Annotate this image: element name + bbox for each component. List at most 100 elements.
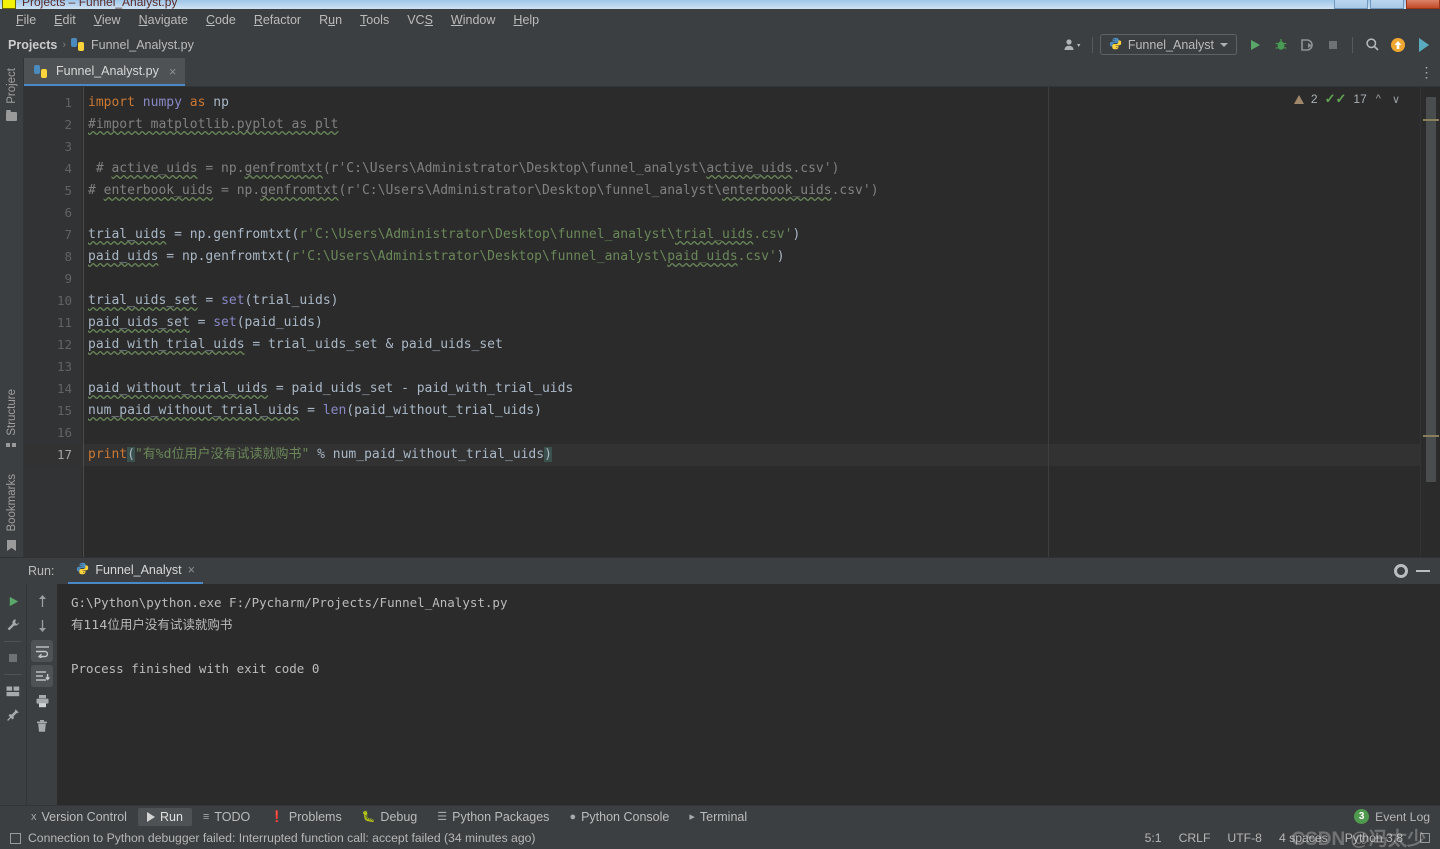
run-toolbar-primary <box>0 584 27 805</box>
bottom-tab-version-control[interactable]: x Version Control <box>22 808 136 826</box>
menu-view[interactable]: View <box>85 11 130 29</box>
menu-edit[interactable]: Edit <box>45 11 85 29</box>
debug-icon: 🐛 <box>361 811 376 823</box>
menu-tools[interactable]: Tools <box>351 11 398 29</box>
trash-icon[interactable] <box>31 715 53 737</box>
line-number: 16 <box>56 425 72 440</box>
bottom-tab-todo[interactable]: ≡ TODO <box>194 808 259 826</box>
event-log-count: 3 <box>1354 809 1370 824</box>
code-line-5: # enterbook_uids = np.genfromtxt(r'C:\Us… <box>88 183 879 198</box>
line-number-gutter[interactable]: 1 2 3 4 5 − 6 7 8 9 10 11 <box>24 87 94 557</box>
packages-icon: ☰ <box>437 811 448 823</box>
run-configuration-label: Funnel_Analyst <box>1127 37 1214 52</box>
bottom-tab-debug[interactable]: 🐛 Debug <box>353 808 427 826</box>
branch-icon: x <box>31 810 37 823</box>
menu-help[interactable]: Help <box>504 11 548 29</box>
message-icon[interactable] <box>10 832 21 844</box>
run-with-coverage-button[interactable] <box>1295 34 1319 56</box>
scrollbar-thumb[interactable] <box>1426 97 1436 482</box>
window-controls[interactable] <box>1334 0 1440 9</box>
menu-refactor[interactable]: Refactor <box>245 11 310 29</box>
arrow-up-icon[interactable] <box>31 590 53 612</box>
bottom-tab-run[interactable]: Run <box>137 807 192 826</box>
search-icon[interactable] <box>1360 34 1384 56</box>
interpreter-selector[interactable]: Python 3.8 <box>1345 831 1403 845</box>
run-tool-window: Run: Funnel_Analyst × G:\Python\python.e… <box>0 557 1440 805</box>
code-editor[interactable]: 2 ✓✓ 17 ^ ∨ 1 2 3 4 5 6 7 8 9 10 11 12 1… <box>24 87 1440 557</box>
bottom-tab-problems[interactable]: ❗ Problems <box>261 808 351 826</box>
feature-trainer-icon[interactable] <box>1412 34 1436 56</box>
editor-tab-funnel-analyst[interactable]: Funnel_Analyst.py × <box>24 58 186 86</box>
soft-wrap-icon[interactable] <box>31 640 53 662</box>
stop-button[interactable] <box>1321 34 1345 56</box>
chevron-down-icon[interactable]: ∨ <box>1390 93 1402 106</box>
structure-label: Structure <box>5 388 18 436</box>
minimize-button[interactable] <box>1334 0 1368 9</box>
caret-position[interactable]: 5:1 <box>1145 831 1162 845</box>
code-line-2: #import matplotlib.pyplot as plt <box>88 117 339 132</box>
breadcrumb-file[interactable]: Funnel_Analyst.py <box>91 38 194 52</box>
status-bar: Connection to Python debugger failed: In… <box>0 809 1440 849</box>
wrench-icon[interactable] <box>2 614 24 636</box>
sidebar-item-structure[interactable]: Structure <box>6 385 18 440</box>
menu-vcs[interactable]: VCS <box>398 11 442 29</box>
breadcrumb-projects[interactable]: Projects <box>8 38 57 52</box>
maximize-button[interactable] <box>1370 0 1404 9</box>
run-window-header: Run: Funnel_Analyst × <box>0 558 1440 584</box>
bottom-tab-python-packages[interactable]: ☰ Python Packages <box>428 808 558 826</box>
scrollbar-marker[interactable] <box>1423 435 1439 437</box>
printer-icon[interactable] <box>31 690 53 712</box>
app-icon <box>2 0 16 9</box>
stop-icon[interactable] <box>2 647 24 669</box>
indent-guide <box>83 87 84 557</box>
gear-icon[interactable] <box>1394 564 1408 578</box>
inspection-widget[interactable]: 2 ✓✓ 17 ^ ∨ <box>1293 91 1402 107</box>
code-line-4: # active_uids = np.genfromtxt(r'C:\Users… <box>88 161 840 176</box>
sidebar-item-bookmarks[interactable]: Bookmarks <box>6 470 18 536</box>
indent-setting[interactable]: 4 spaces <box>1279 831 1328 845</box>
line-separator[interactable]: CRLF <box>1179 831 1211 845</box>
run-console-output[interactable]: G:\Python\python.exe F:/Pycharm/Projects… <box>57 584 1440 805</box>
editor-tab-bar: Funnel_Analyst.py × ⋮ <box>24 58 1440 87</box>
sidebar-item-project[interactable]: Project <box>6 64 18 108</box>
bottom-tab-python-console[interactable]: ● Python Console <box>560 808 678 826</box>
menu-navigate[interactable]: Navigate <box>130 11 197 29</box>
line-number: 4 <box>64 161 72 176</box>
editor-scrollbar[interactable] <box>1420 87 1440 557</box>
run-tab-funnel-analyst[interactable]: Funnel_Analyst × <box>68 558 203 584</box>
warning-triangle-icon <box>1293 94 1304 104</box>
menu-window[interactable]: Window <box>442 11 504 29</box>
status-message[interactable]: Connection to Python debugger failed: In… <box>28 831 535 845</box>
minimize-icon[interactable] <box>1416 570 1430 572</box>
toolbar-divider-2 <box>1352 36 1353 53</box>
lock-icon[interactable] <box>1420 833 1430 843</box>
editor-column: Funnel_Analyst.py × ⋮ 2 ✓✓ 17 ^ ∨ 1 2 3 … <box>24 58 1440 557</box>
person-icon[interactable] <box>1061 34 1085 56</box>
run-button[interactable] <box>1243 34 1267 56</box>
update-arrow-icon[interactable] <box>1386 34 1410 56</box>
menu-code[interactable]: Code <box>197 11 245 29</box>
close-icon[interactable]: × <box>169 64 177 79</box>
run-icon[interactable] <box>2 590 24 612</box>
green-check-icon: ✓✓ <box>1324 91 1347 106</box>
event-log-widget[interactable]: 3 Event Log <box>1354 809 1430 824</box>
scrollbar-marker[interactable] <box>1423 119 1439 121</box>
terminal-icon: ▸ <box>689 811 695 823</box>
layout-icon[interactable] <box>2 680 24 702</box>
arrow-down-icon[interactable] <box>31 615 53 637</box>
file-encoding[interactable]: UTF-8 <box>1227 831 1262 845</box>
editor-options-icon[interactable]: ⋮ <box>1414 58 1440 86</box>
bottom-tab-terminal[interactable]: ▸ Terminal <box>680 808 756 826</box>
close-icon[interactable]: × <box>188 563 195 577</box>
menu-file[interactable]: File <box>7 11 45 29</box>
chevron-up-icon[interactable]: ^ <box>1374 93 1383 105</box>
pin-icon[interactable] <box>2 704 24 726</box>
scroll-end-icon[interactable] <box>31 665 53 687</box>
debug-button[interactable] <box>1269 34 1293 56</box>
code-text-area[interactable]: import numpy as np #import matplotlib.py… <box>82 87 1420 557</box>
run-configuration-selector[interactable]: Funnel_Analyst <box>1099 34 1237 55</box>
bottom-tab-label: Python Console <box>581 809 670 824</box>
line-number: 3 <box>64 139 72 154</box>
close-button[interactable] <box>1406 0 1440 9</box>
menu-run[interactable]: Run <box>310 11 351 29</box>
